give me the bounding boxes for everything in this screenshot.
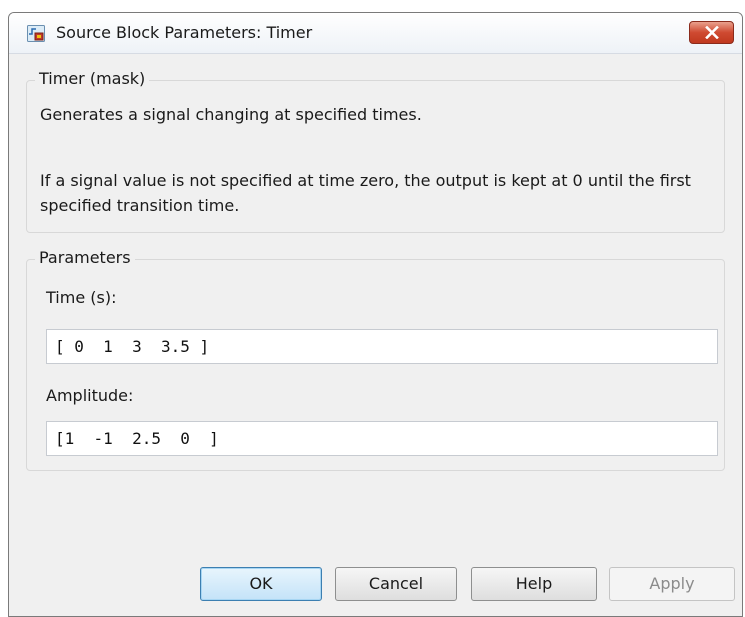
help-button[interactable]: Help bbox=[471, 567, 597, 601]
mask-description-detail: If a signal value is not specified at ti… bbox=[40, 171, 691, 215]
close-icon bbox=[705, 26, 719, 39]
mask-description-group: Timer (mask) Generates a signal changing… bbox=[26, 69, 725, 233]
title-bar[interactable]: Source Block Parameters: Timer bbox=[9, 13, 742, 54]
window-title: Source Block Parameters: Timer bbox=[56, 23, 313, 42]
apply-button[interactable]: Apply bbox=[609, 567, 735, 601]
simulink-block-icon bbox=[27, 25, 45, 42]
time-input[interactable] bbox=[46, 329, 718, 364]
close-button[interactable] bbox=[689, 21, 734, 44]
mask-group-legend: Timer (mask) bbox=[35, 69, 150, 88]
amplitude-input[interactable] bbox=[46, 421, 718, 456]
parameters-group: Parameters Time (s): Amplitude: bbox=[26, 248, 725, 471]
time-label: Time (s): bbox=[46, 288, 117, 307]
amplitude-label: Amplitude: bbox=[46, 386, 134, 405]
dialog-window: Source Block Parameters: Timer Timer (ma… bbox=[8, 12, 743, 617]
mask-description-summary: Generates a signal changing at specified… bbox=[40, 105, 422, 124]
parameters-group-legend: Parameters bbox=[35, 248, 135, 267]
cancel-button[interactable]: Cancel bbox=[335, 567, 457, 601]
ok-button[interactable]: OK bbox=[200, 567, 322, 601]
